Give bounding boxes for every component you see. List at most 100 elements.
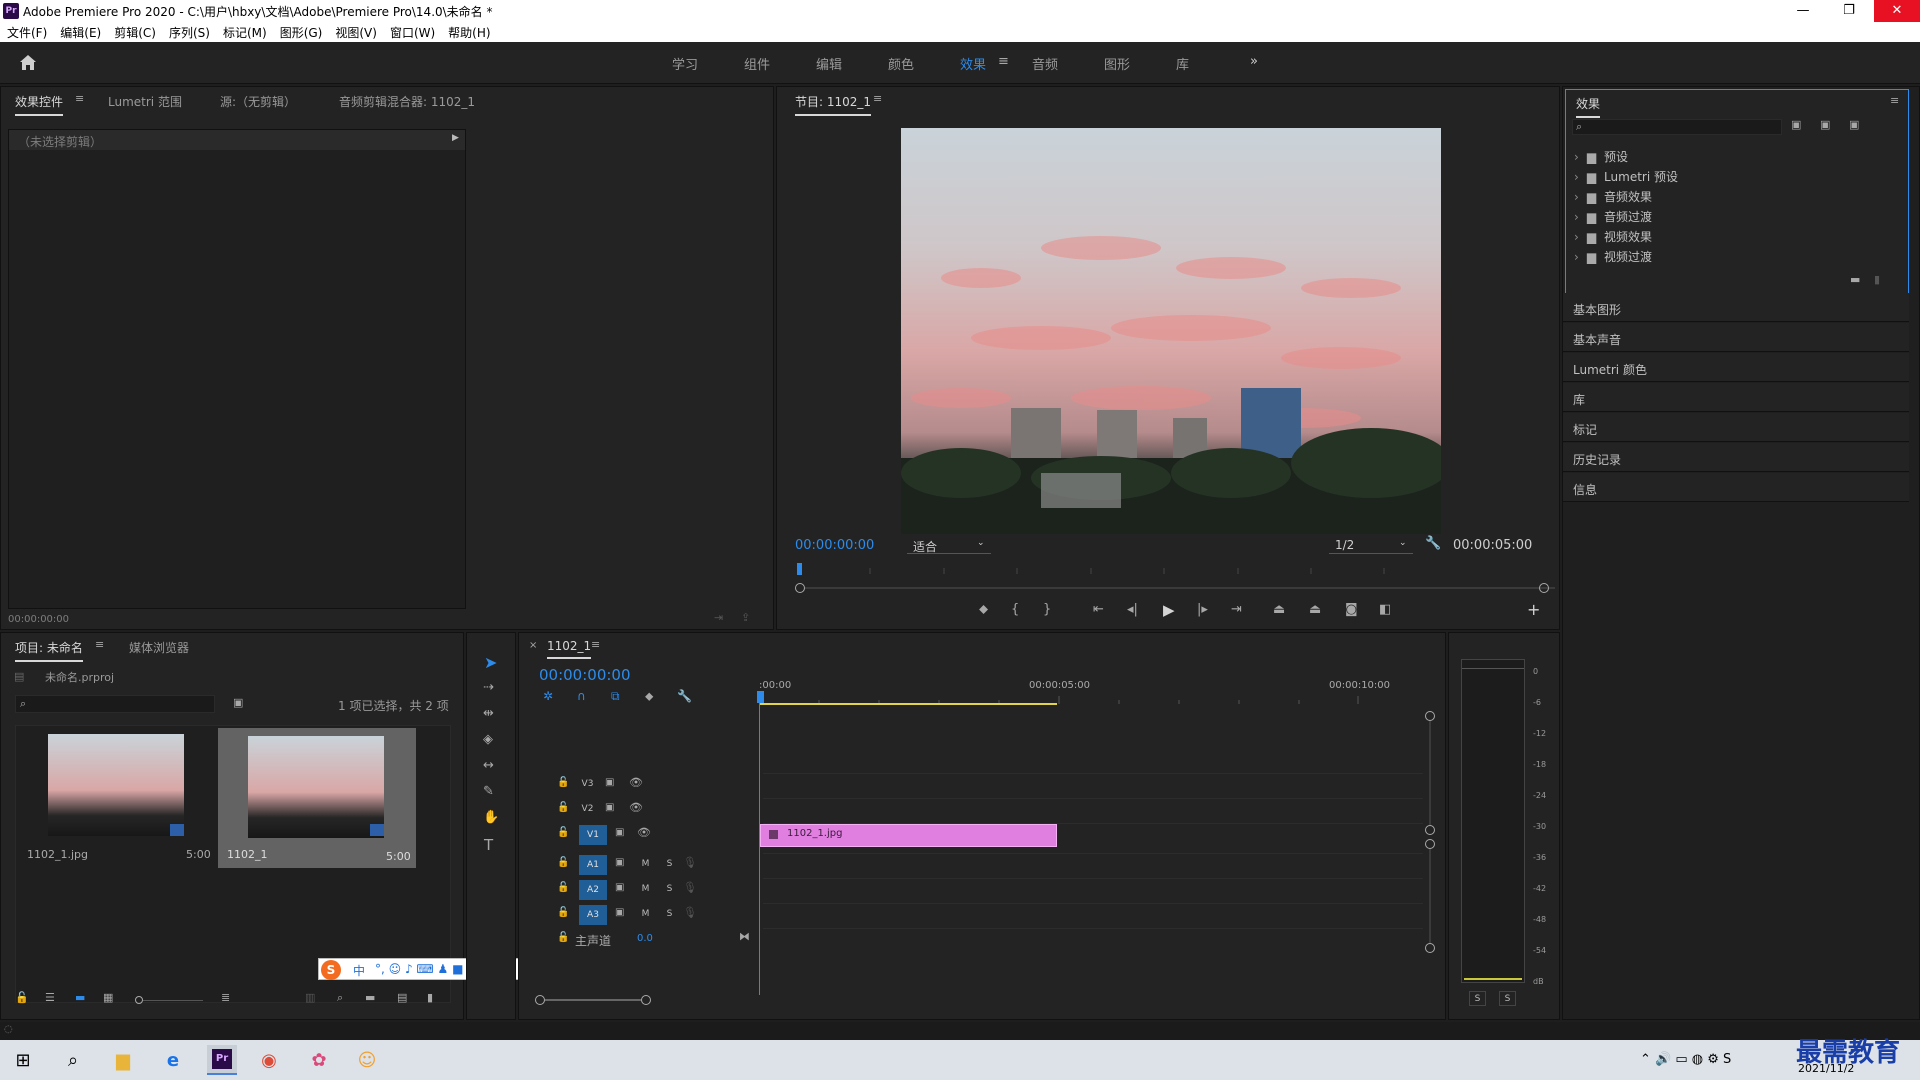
go-to-out-icon[interactable]: ⇥ [1231,602,1242,617]
program-current-timecode[interactable]: 00:00:00:00 [795,538,874,553]
chrome-icon[interactable]: ◉ [256,1048,282,1074]
panel-menu-icon[interactable]: ≡ [75,92,84,105]
vscroll-mid-handle[interactable] [1425,825,1435,835]
find-icon[interactable]: ▣ [233,696,243,709]
zoom-end-handle[interactable] [1539,583,1549,593]
program-playhead[interactable] [797,563,802,575]
workspace-tab-audio[interactable]: 音频 [1032,54,1058,73]
more-workspaces-button[interactable]: » [1250,54,1258,69]
track-lane-master[interactable] [763,928,1423,952]
freeform-view-icon[interactable]: ▦ [103,991,113,1004]
sync-lock-icon[interactable]: ▣ [605,777,614,788]
mute-button[interactable]: M [637,907,654,922]
tab-sequence[interactable]: 1102_1 [547,639,592,659]
32bit-effects-icon[interactable]: ▣ [1820,118,1830,131]
wrench-icon[interactable]: 🔧 [1425,536,1441,551]
effects-search-input[interactable]: ⌕ [1572,119,1782,135]
add-marker-icon[interactable]: ⬥ [979,602,988,617]
expand-arrow-icon[interactable]: ▶ [452,133,459,143]
app-icon[interactable]: ✿ [306,1048,332,1074]
panel-history[interactable]: 历史记录 [1563,443,1909,472]
timeline-playhead[interactable] [757,691,764,703]
find-icon[interactable]: ⌕ [337,991,343,1005]
play-icon[interactable]: ▶ [1163,601,1175,619]
sync-lock-icon[interactable]: ▣ [615,857,624,868]
icon-view-icon[interactable]: ▬ [75,991,85,1004]
accelerated-effects-icon[interactable]: ▣ [1791,118,1801,131]
delete-icon[interactable]: ▮ [1874,273,1880,286]
selection-tool-icon[interactable]: ➤ [484,653,497,672]
program-time-ruler[interactable] [796,563,1385,574]
sync-lock-icon[interactable]: ▣ [615,907,624,918]
sync-lock-icon[interactable]: ▣ [615,882,624,893]
menu-clip[interactable]: 剪辑(C) [107,22,162,41]
pen-tool-icon[interactable]: ✎ [483,784,494,799]
lift-icon[interactable]: ⏏ [1273,602,1285,617]
panel-menu-icon[interactable]: ≡ [1890,94,1899,107]
automate-icon[interactable]: ▥ [305,991,315,1004]
work-area-bar[interactable] [759,703,1057,705]
panel-info[interactable]: 信息 [1563,473,1909,502]
go-to-end-icon[interactable]: ⧓ [739,930,750,943]
resolution-select[interactable]: 1/2 ⌄ [1329,536,1413,554]
panel-libraries[interactable]: 库 [1563,383,1909,412]
solo-button[interactable]: S [661,857,678,872]
mute-button[interactable]: M [637,857,654,872]
effects-folder-presets[interactable]: › ▆ 预设 [1574,148,1628,165]
workspace-tab-learn[interactable]: 学习 [672,54,698,73]
edge-icon[interactable]: e [160,1048,186,1074]
sogou-logo-icon[interactable]: S [321,960,341,980]
zoom-slider-handle[interactable] [135,996,143,1004]
vscroll-bottom-handle[interactable] [1425,943,1435,953]
linked-selection-icon[interactable]: ⧉ [611,689,620,704]
panel-essential-graphics[interactable]: 基本图形 [1563,293,1909,322]
track-label[interactable]: V1 [579,825,607,845]
lock-icon[interactable]: 🔓 [15,991,29,1004]
hand-tool-icon[interactable]: ✋ [483,810,499,825]
microphone-icon[interactable]: 🎙 [683,856,697,869]
microphone-icon[interactable]: 🎙 [683,881,697,894]
meter-solo-right[interactable]: S [1499,991,1516,1006]
meter-solo-left[interactable]: S [1469,991,1486,1006]
lock-icon[interactable]: 🔓 [557,857,569,868]
track-label[interactable]: A3 [579,905,607,925]
ripple-edit-tool-icon[interactable]: ⇹ [483,706,494,721]
effects-folder-audio-effects[interactable]: › ▆ 音频效果 [1574,188,1652,205]
menu-sequence[interactable]: 序列(S) [162,22,216,41]
workspace-tab-editing[interactable]: 编辑 [816,54,842,73]
track-label[interactable]: V3 [579,777,596,792]
go-to-in-icon[interactable]: ⇤ [1093,602,1104,617]
snap-icon[interactable]: ∩ [577,689,586,703]
zoom-start-handle[interactable] [795,583,805,593]
menu-markers[interactable]: 标记(M) [216,22,273,41]
menu-graphics[interactable]: 图形(G) [273,22,329,41]
export-icon[interactable]: ⇪ [741,611,750,624]
panel-essential-sound[interactable]: 基本声音 [1563,323,1909,352]
video-vscrollbar[interactable] [1429,721,1431,825]
timeline-clip[interactable]: 1102_1.jpg [760,824,1057,847]
new-item-icon[interactable]: ▤ [397,991,407,1004]
menu-view[interactable]: 视图(V) [328,22,383,41]
project-item-image[interactable]: 1102_1.jpg 5:00 [18,728,214,861]
menu-window[interactable]: 窗口(W) [383,22,441,41]
panel-menu-icon[interactable]: ≡ [591,638,600,651]
lock-icon[interactable]: 🔓 [557,777,569,788]
audio-vscrollbar[interactable] [1429,849,1431,943]
lock-icon[interactable]: 🔓 [557,907,569,918]
track-select-tool-icon[interactable]: ⇢ [483,680,494,695]
nest-icon[interactable]: ✲ [543,689,553,703]
yuv-effects-icon[interactable]: ▣ [1849,118,1859,131]
mark-in-icon[interactable]: { [1011,602,1019,617]
eye-icon[interactable]: 👁 [629,776,643,789]
list-view-icon[interactable]: ☰ [45,991,55,1004]
step-forward-icon[interactable]: |▸ [1197,602,1208,617]
wrench-icon[interactable]: 🔧 [677,689,692,703]
extract-icon[interactable]: ⏏ [1309,602,1321,617]
zoom-slider-track[interactable] [143,1000,203,1001]
track-lane-a3[interactable] [763,903,1423,927]
type-tool-icon[interactable]: T [484,836,493,854]
panel-lumetri-color[interactable]: Lumetri 颜色 [1563,353,1909,382]
panel-menu-icon[interactable]: ≡ [873,92,882,105]
tab-lumetri-scopes[interactable]: Lumetri 范围 [108,93,182,110]
vscroll-audio-handle[interactable] [1425,839,1435,849]
